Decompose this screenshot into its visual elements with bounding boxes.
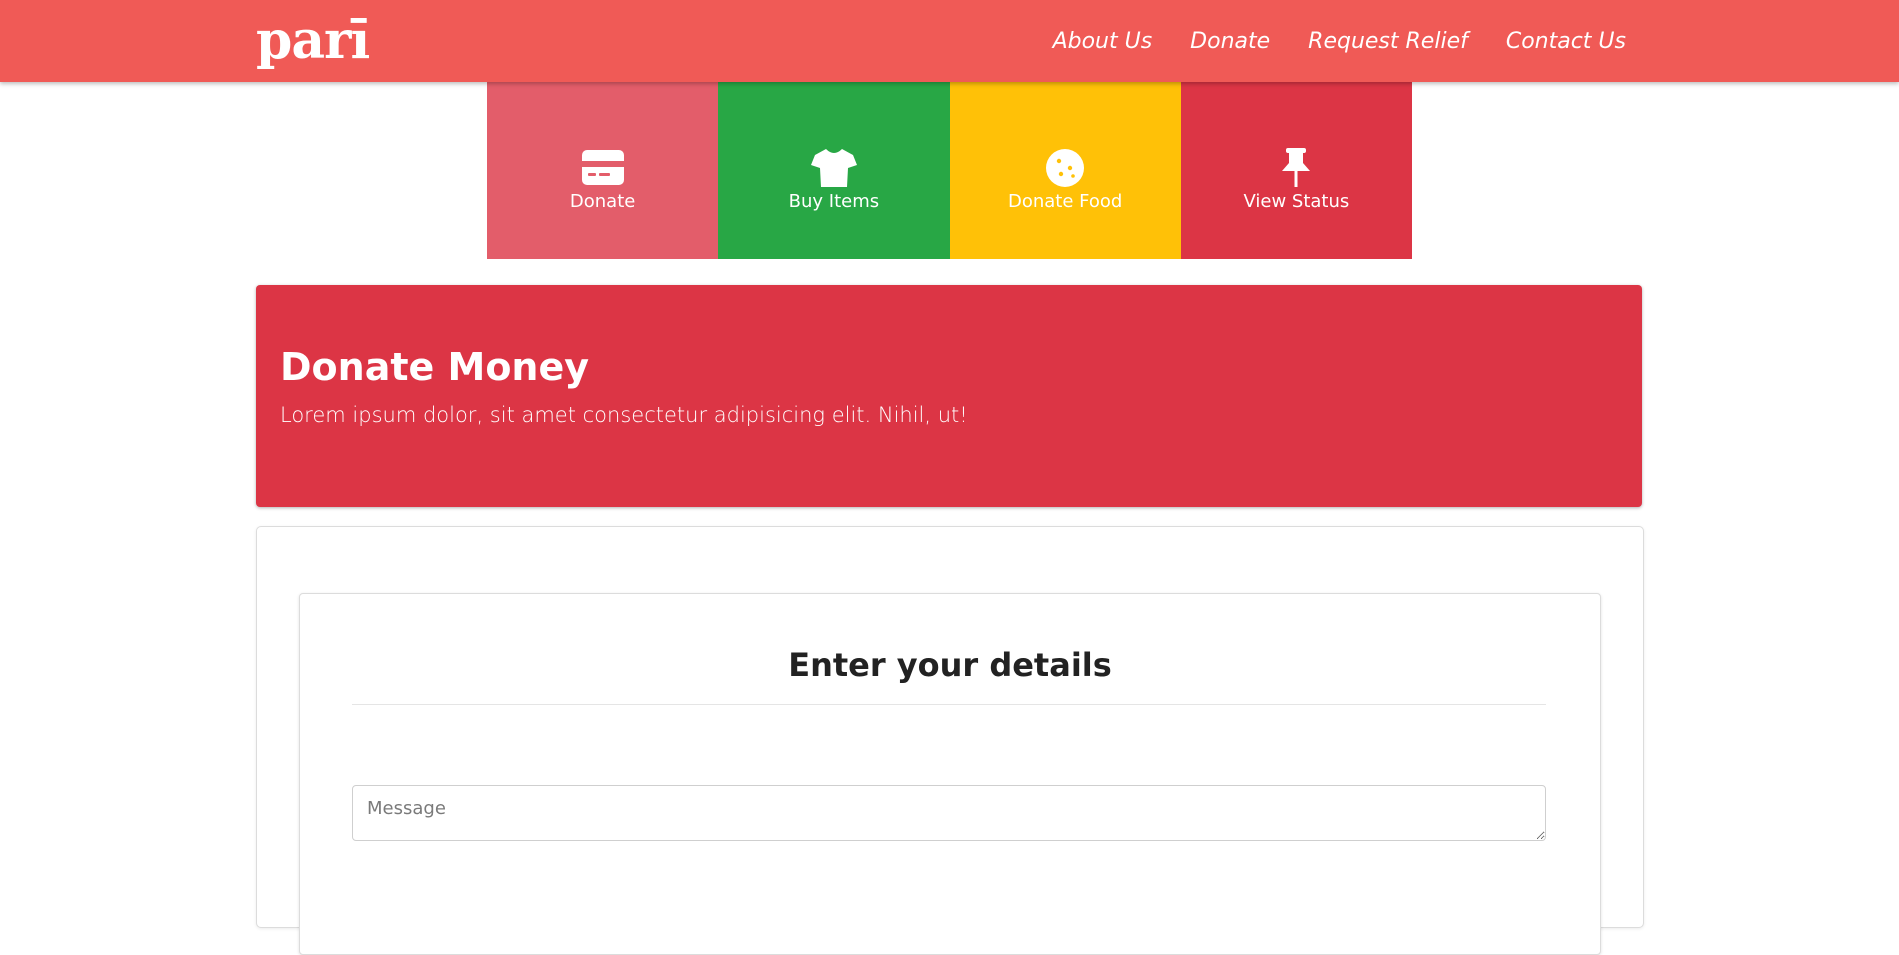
nav-links: About Us Donate Request Relief Contact U… [1015, 0, 1626, 82]
tile-label: View Status [1243, 191, 1350, 212]
form-container: Enter your details [256, 526, 1644, 955]
banner-title: Donate Money [280, 345, 590, 389]
category-tiles: Donate Buy Items Donate Food View Status [487, 82, 1412, 259]
nav-link-about-us[interactable]: About Us [1053, 29, 1153, 54]
banner-subtitle: Lorem ipsum dolor, sit amet consectetur … [280, 403, 968, 427]
divider [352, 704, 1546, 705]
nav-link-contact-us[interactable]: Contact Us [1506, 29, 1626, 54]
tile-label: Donate [569, 191, 636, 212]
tshirt-icon [810, 149, 857, 187]
form-title: Enter your details [788, 646, 1112, 684]
tile-view-status[interactable]: View Status [1180, 82, 1412, 259]
message-textarea[interactable] [352, 785, 1546, 841]
nav-link-donate[interactable]: Donate [1190, 29, 1270, 54]
details-card: Enter your details [299, 593, 1601, 955]
navbar: parī About Us Donate Request Relief Cont… [0, 0, 1899, 82]
hero-banner: Donate Money Lorem ipsum dolor, sit amet… [256, 285, 1642, 507]
brand-logo[interactable]: parī [256, 8, 370, 74]
cookie-icon [1046, 149, 1085, 187]
tile-label: Buy Items [788, 191, 880, 212]
tile-buy-items[interactable]: Buy Items [718, 82, 950, 259]
credit-card-icon [581, 150, 624, 185]
nav-link-request-relief[interactable]: Request Relief [1308, 29, 1468, 54]
tile-donate[interactable]: Donate [487, 82, 719, 259]
tile-label: Donate Food [1007, 191, 1123, 212]
tile-donate-food[interactable]: Donate Food [949, 82, 1181, 259]
pushpin-icon [1282, 148, 1311, 187]
